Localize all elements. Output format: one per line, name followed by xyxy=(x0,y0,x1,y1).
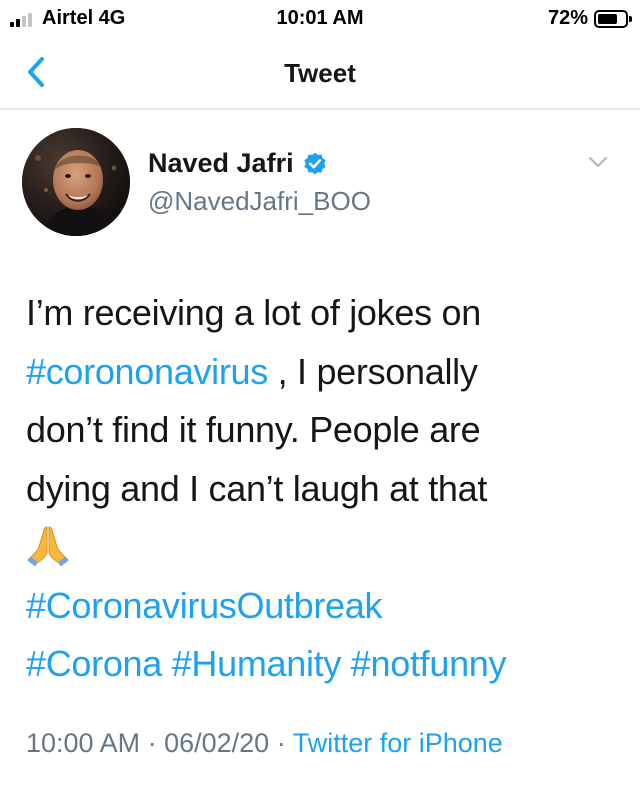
page-title: Tweet xyxy=(284,58,356,88)
author-handle[interactable]: @NavedJafri_BOO xyxy=(148,186,371,217)
meta-separator: · xyxy=(269,728,293,758)
profile-photo xyxy=(22,128,130,236)
tweet-line: don’t find it funny. People are xyxy=(26,409,481,450)
tweet-line: dying and I can’t laugh at that xyxy=(26,467,488,509)
battery-percent: 72% xyxy=(547,7,588,29)
tweet-line xyxy=(26,518,620,577)
tweet-time: 10:00 AM xyxy=(26,728,141,758)
battery-fill xyxy=(598,13,617,24)
tweet-line: #CoronavirusOutbreak xyxy=(26,577,620,636)
nav-bar: Tweet xyxy=(0,36,640,110)
tweet-date: 06/02/20 xyxy=(164,728,270,758)
hashtag-link[interactable]: #corononavirus xyxy=(26,351,268,392)
tweet-line: #Corona #Humanity #notfunny xyxy=(26,635,620,694)
hashtag-link[interactable]: #Corona xyxy=(26,643,162,684)
avatar[interactable] xyxy=(22,128,130,236)
status-bar: Airtel 4G 10:01 AM 72% xyxy=(0,0,640,36)
hashtag-link[interactable]: #CoronavirusOutbreak xyxy=(26,585,382,626)
display-name: Naved Jafri xyxy=(148,148,294,178)
tweet-meta: 10:00 AM · 06/02/20 · Twitter for iPhone xyxy=(26,728,630,759)
tweet-text-fragment: , I personally xyxy=(267,350,478,392)
tweet-line: #corononavirus , I personally xyxy=(26,343,620,402)
chevron-down-icon[interactable] xyxy=(584,152,612,172)
tweet-source-link[interactable]: Twitter for iPhone xyxy=(293,728,503,758)
tweet-header: Naved Jafri @NavedJafri_BOO xyxy=(22,128,618,238)
meta-separator: · xyxy=(140,728,165,758)
tweet-text: I’m receiving a lot of jokes on #coronon… xyxy=(26,284,620,694)
hashtag-link[interactable]: #notfunny xyxy=(351,643,507,684)
status-time: 10:01 AM xyxy=(276,7,364,29)
author-name-row[interactable]: Naved Jafri xyxy=(148,148,328,179)
hashtag-link[interactable]: #Humanity xyxy=(172,643,342,684)
folded-hands-emoji-icon xyxy=(27,526,69,567)
battery-status: 72% xyxy=(547,7,632,30)
tweet-line: I’m receiving a lot of jokes on xyxy=(26,292,481,333)
battery-icon xyxy=(594,9,632,28)
verified-badge-icon xyxy=(303,152,326,175)
